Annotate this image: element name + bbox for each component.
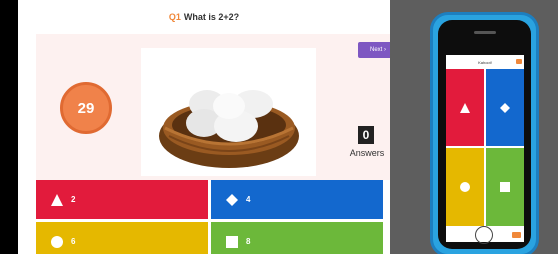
answers-label: Answers	[349, 148, 385, 158]
next-button[interactable]: Next ›	[358, 42, 390, 58]
diamond-icon	[500, 102, 510, 113]
answer-label: 6	[71, 237, 76, 246]
question-text: What is 2+2?	[183, 12, 240, 22]
question-number: Q1	[168, 12, 181, 22]
phone-speaker	[474, 31, 496, 34]
phone-answer-circle[interactable]	[446, 148, 484, 226]
quiz-screen: Q1 What is 2+2? 29 Next › 0 Answers 2 4 …	[18, 0, 390, 258]
phone-answer-diamond[interactable]	[486, 69, 524, 146]
phone-body: Kahoot!	[438, 20, 531, 249]
answer-label: 8	[246, 237, 251, 246]
left-border	[0, 0, 18, 258]
phone-screen: Kahoot!	[446, 55, 524, 242]
phone-answer-triangle[interactable]	[446, 69, 484, 146]
answer-label: 4	[246, 195, 251, 204]
close-icon[interactable]	[516, 59, 522, 64]
countdown-timer: 29	[60, 82, 112, 134]
quiz-body: 29 Next › 0 Answers	[36, 34, 390, 180]
answer-option-2[interactable]: 4	[211, 180, 383, 219]
square-icon	[226, 235, 238, 248]
phone-screen-header: Kahoot!	[478, 59, 492, 65]
phone-answer-square[interactable]	[486, 148, 524, 226]
circle-icon	[460, 182, 470, 192]
answer-option-1[interactable]: 2	[36, 180, 208, 219]
square-icon	[500, 182, 510, 192]
answer-label: 2	[71, 195, 76, 204]
bottom-border	[0, 254, 558, 258]
answers-count: 0	[358, 126, 374, 144]
question-header: Q1 What is 2+2?	[18, 0, 390, 34]
answer-option-4[interactable]: 8	[211, 222, 383, 258]
footer-button[interactable]	[512, 232, 521, 238]
phone-mockup: Kahoot!	[430, 12, 539, 257]
question-image	[141, 48, 316, 176]
diamond-icon	[226, 193, 238, 206]
triangle-icon	[51, 193, 63, 206]
triangle-icon	[460, 102, 470, 113]
answer-option-3[interactable]: 6	[36, 222, 208, 258]
eggs-in-basket-image	[159, 90, 299, 168]
circle-icon	[51, 235, 63, 248]
home-button[interactable]	[475, 226, 493, 244]
